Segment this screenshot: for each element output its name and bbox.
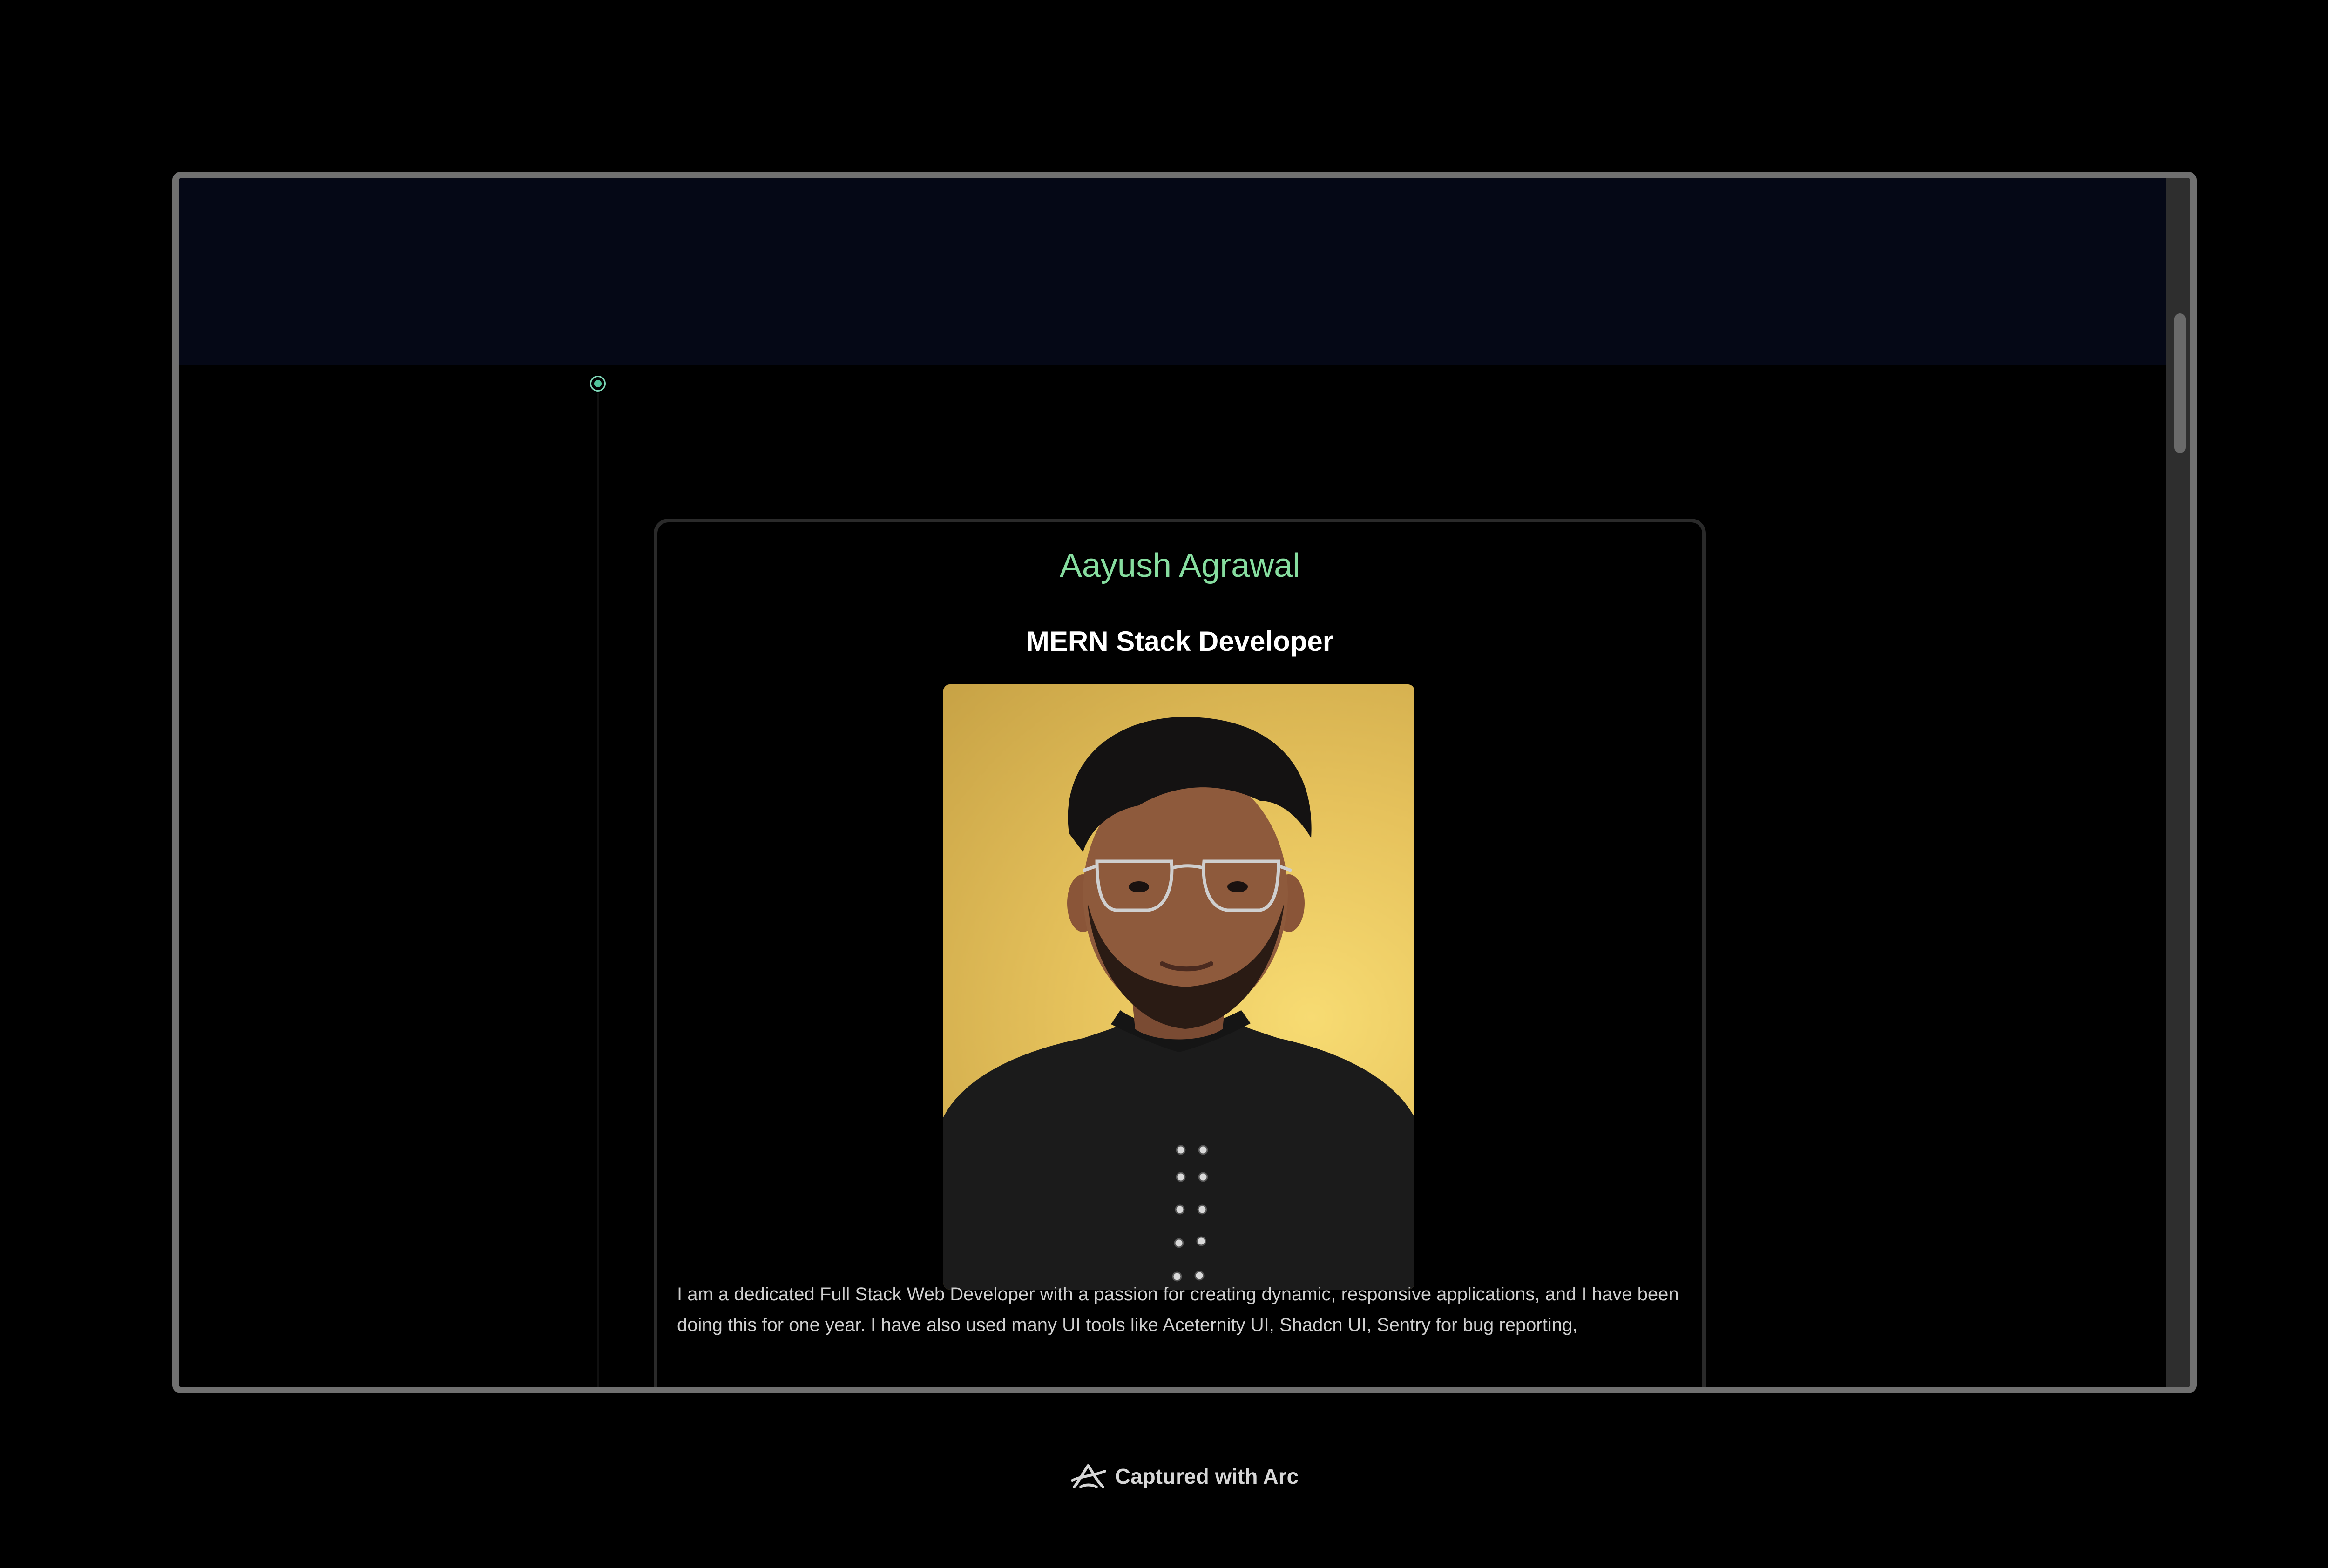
profile-bio: I am a dedicated Full Stack Web Develope… <box>677 1284 1679 1335</box>
profile-role: MERN Stack Developer <box>1026 626 1334 657</box>
capture-footer: Captured with Arc <box>0 1462 2328 1491</box>
scrollbar[interactable] <box>2166 178 2190 1387</box>
timeline-dot-core <box>594 380 602 387</box>
profile-name: Aayush Agrawal <box>1059 547 1300 584</box>
timeline-line <box>597 393 599 1387</box>
profile-photo <box>943 684 1414 1290</box>
footer-label: Captured with Arc <box>1115 1464 1299 1488</box>
portrait-illustration <box>943 717 1414 1290</box>
arc-logo-icon <box>1070 1464 1106 1488</box>
header-band <box>179 178 2190 365</box>
scrollbar-thumb[interactable] <box>2174 313 2186 453</box>
browser-window: Aayush Agrawal MERN Stack Developer I am… <box>172 172 2197 1393</box>
profile-card: Aayush Agrawal MERN Stack Developer I am… <box>654 519 1706 1387</box>
timeline-dot-icon <box>590 376 606 392</box>
